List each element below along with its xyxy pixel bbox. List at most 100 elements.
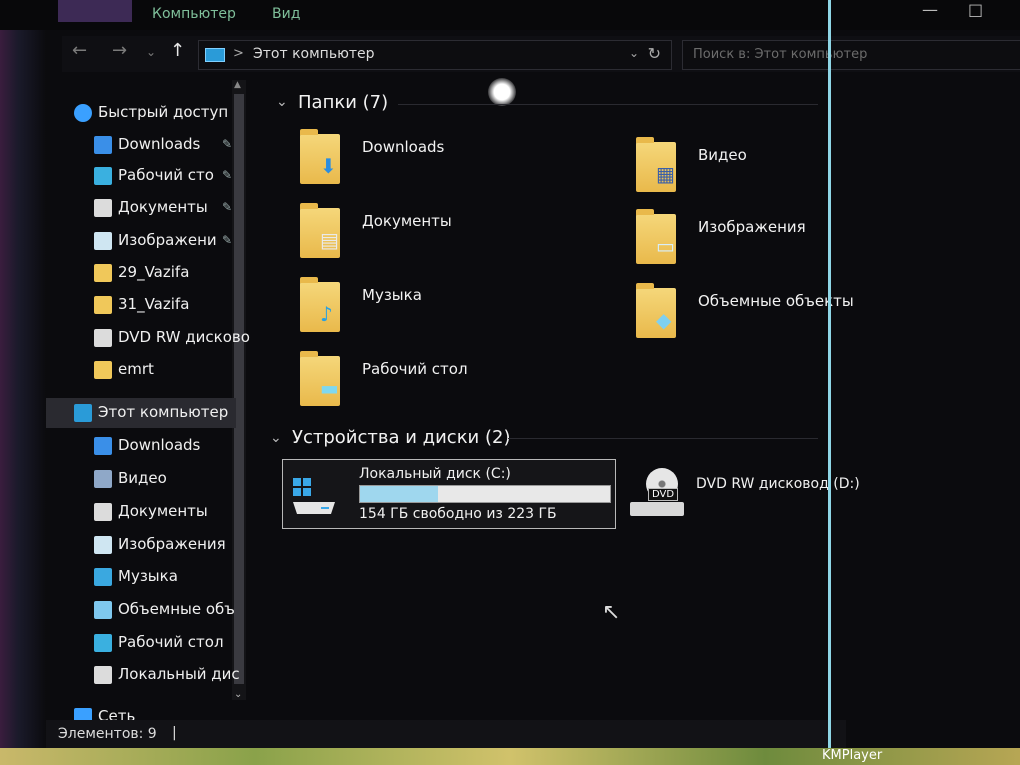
folder-tile[interactable]: ▦ Видео xyxy=(636,136,936,206)
folder-icon: ▭ xyxy=(636,209,676,264)
navigation-bar: ← → ⌄ ↑ > Этот компьютер ⌄ ↻ Поиск в: Эт… xyxy=(62,36,1020,72)
chevron-down-icon[interactable]: ⌄ xyxy=(629,46,639,60)
folder-tile[interactable]: ♪ Музыка xyxy=(300,276,600,346)
sidebar-item[interactable]: DVD RW дисково xyxy=(46,323,250,353)
computer-icon xyxy=(74,404,92,422)
sidebar-item[interactable]: 29_Vazifa xyxy=(46,258,236,288)
status-bar: Элементов: 9 | xyxy=(46,720,846,748)
address-bar[interactable]: > Этот компьютер ⌄ ↻ xyxy=(198,40,672,70)
drive-c-free-space: 154 ГБ свободно из 223 ГБ xyxy=(359,506,557,522)
folder-icon: ◆ xyxy=(636,283,676,338)
local-disk-icon xyxy=(94,666,112,684)
folder-badge-icon: ▭ xyxy=(656,234,675,258)
pin-icon: ✎ xyxy=(222,137,233,151)
folder-icon xyxy=(94,264,112,282)
sidebar-item[interactable]: Downloads xyxy=(46,431,236,461)
sidebar-item-label: Объемные объ xyxy=(118,600,235,618)
sidebar-item[interactable]: Этот компьютер xyxy=(46,398,236,428)
content-area: ⌄ Папки (7) ⬇ Downloads ▦ Видео ▤ Документы ▭ И… xyxy=(268,80,854,720)
sidebar-item[interactable]: Изображения xyxy=(46,530,236,560)
taskbar-app-label[interactable]: KMPlayer xyxy=(822,748,882,763)
sidebar-item[interactable]: Downloads ✎ xyxy=(46,130,236,160)
sidebar-item[interactable]: 31_Vazifa xyxy=(46,290,236,320)
search-placeholder: Поиск в: Этот компьютер xyxy=(693,47,868,62)
pin-icon: ✎ xyxy=(222,200,233,214)
item-count: Элементов: 9 xyxy=(58,726,157,742)
folders-group-header[interactable]: Папки (7) xyxy=(298,92,388,113)
sidebar-item-label: Локальный дис xyxy=(118,665,240,683)
sidebar-item[interactable]: Документы xyxy=(46,497,236,527)
folder-tile[interactable]: ▬ Рабочий стол xyxy=(300,350,600,420)
breadcrumb[interactable]: Этот компьютер xyxy=(253,46,375,62)
devices-group-header[interactable]: Устройства и диски (2) xyxy=(292,427,510,448)
sidebar-item-label: 29_Vazifa xyxy=(118,263,190,281)
desktop-icon xyxy=(94,167,112,185)
collapse-chevron-icon[interactable]: ⌄ xyxy=(270,430,282,446)
back-arrow-icon[interactable]: ← xyxy=(72,40,87,61)
computer-icon xyxy=(205,48,225,62)
sidebar-item[interactable]: Быстрый доступ xyxy=(46,98,236,128)
pin-icon: ✎ xyxy=(222,168,233,182)
search-input[interactable]: Поиск в: Этот компьютер xyxy=(682,40,1020,70)
up-arrow-icon[interactable]: ↑ xyxy=(170,40,185,61)
sidebar-item[interactable]: emrt xyxy=(46,355,236,385)
sidebar-item[interactable]: Рабочий стол xyxy=(46,628,236,658)
sidebar-item-label: emrt xyxy=(118,360,154,378)
folder-label: Downloads xyxy=(362,138,445,156)
ribbon-file-tab[interactable] xyxy=(58,0,132,22)
ribbon: Компьютер Вид — □ xyxy=(0,0,1020,30)
sidebar-item-label: Рабочий стол xyxy=(118,633,224,651)
folder-badge-icon: ▤ xyxy=(320,228,339,252)
tab-view[interactable]: Вид xyxy=(272,6,300,22)
folder-tile[interactable]: ▭ Изображения xyxy=(636,208,936,278)
folder-tile[interactable]: ▤ Документы xyxy=(300,202,600,272)
sidebar-item[interactable]: Изображени ✎ xyxy=(46,226,236,256)
music-note-icon xyxy=(94,568,112,586)
chevron-down-icon[interactable]: ⌄ xyxy=(234,689,242,700)
sidebar-item[interactable]: Видео xyxy=(46,464,236,494)
breadcrumb-separator[interactable]: > xyxy=(233,46,244,61)
sidebar-item-label: Downloads xyxy=(118,436,201,454)
star-icon xyxy=(74,104,92,122)
drive-c-tile[interactable]: Локальный диск (C:) 154 ГБ свободно из 2… xyxy=(282,459,616,529)
sidebar-item-label: Быстрый доступ xyxy=(98,103,229,121)
refresh-icon[interactable]: ↻ xyxy=(648,44,661,63)
divider xyxy=(508,438,818,439)
image-icon xyxy=(94,536,112,554)
sidebar-item-label: Видео xyxy=(118,469,167,487)
maximize-icon[interactable]: □ xyxy=(968,0,983,19)
sidebar-item[interactable]: Музыка xyxy=(46,562,236,592)
drive-d-tile[interactable]: DVD DVD RW дисковод (D:) xyxy=(628,462,908,526)
screen-edge-artifact xyxy=(0,0,46,765)
sidebar-item-label: Downloads xyxy=(118,135,201,153)
dvd-tag: DVD xyxy=(648,488,679,501)
drive-c-usage-bar xyxy=(359,485,611,503)
chevron-up-icon[interactable]: ▲ xyxy=(234,80,241,90)
status-separator: | xyxy=(172,725,177,741)
tab-computer[interactable]: Компьютер xyxy=(152,6,236,22)
sidebar-item[interactable]: Объемные объ xyxy=(46,595,236,625)
folder-badge-icon: ⬇ xyxy=(320,154,337,178)
minimize-icon[interactable]: — xyxy=(922,0,938,19)
download-arrow-icon xyxy=(94,437,112,455)
document-icon xyxy=(94,503,112,521)
folder-label: Видео xyxy=(698,146,747,164)
sidebar-item[interactable]: Документы ✎ xyxy=(46,193,236,223)
drive-c-usage-fill xyxy=(360,486,438,502)
drive-d-name: DVD RW дисковод (D:) xyxy=(696,476,860,492)
folder-badge-icon: ▬ xyxy=(320,376,339,400)
sidebar-item-label: DVD RW дисково xyxy=(118,328,250,346)
dvd-drive-icon xyxy=(94,329,112,347)
sidebar-item[interactable]: Рабочий сто ✎ xyxy=(46,161,236,191)
folder-tile[interactable]: ◆ Объемные объекты xyxy=(636,282,936,352)
forward-arrow-icon[interactable]: → xyxy=(112,40,127,61)
navigation-pane: ▲ ⌄ Быстрый доступ Downloads ✎ Рабочий сто ✎… xyxy=(46,80,264,726)
collapse-chevron-icon[interactable]: ⌄ xyxy=(276,94,288,110)
recent-locations-chevron-icon[interactable]: ⌄ xyxy=(146,45,156,59)
video-icon xyxy=(94,470,112,488)
folder-tile[interactable]: ⬇ Downloads xyxy=(300,128,600,198)
sidebar-item[interactable]: Локальный дис xyxy=(46,660,240,690)
folder-icon: ▬ xyxy=(300,351,340,406)
sidebar-item-label: Документы xyxy=(118,502,208,520)
sidebar-item-label: Изображени xyxy=(118,231,217,249)
